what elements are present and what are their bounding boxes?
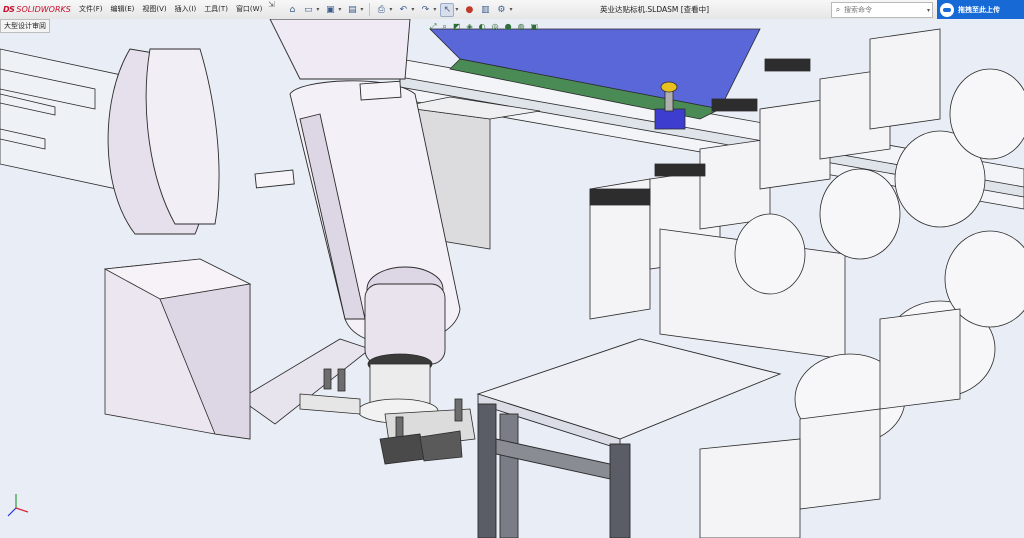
options-gear-icon[interactable]: ⚙: [494, 3, 508, 17]
view-orientation-icon[interactable]: ◈: [466, 22, 472, 32]
heads-up-view-toolbar: ⤢ ⌕ ◩ ◈ ◐ ◎ ● ◍ ▣: [430, 22, 538, 32]
open-file-icon[interactable]: ▣: [323, 3, 337, 17]
search-placeholder: 搜索命令: [844, 6, 872, 14]
chevron-down-icon[interactable]: ▾: [411, 6, 414, 13]
search-commands-input[interactable]: ⌕ 搜索命令 ▾: [831, 2, 933, 18]
menu-insert[interactable]: 插入(I): [171, 0, 201, 19]
search-icon: ⌕: [835, 5, 841, 14]
menu-window[interactable]: 窗口(W): [232, 0, 266, 19]
window-title: 英业达贴标机.SLDASM [查看中]: [600, 5, 710, 14]
menu-bar: 文件(F) 编辑(E) 视图(V) 插入(I) 工具(T) 窗口(W) ⇲: [75, 0, 276, 19]
hide-show-icon[interactable]: ◎: [492, 22, 499, 32]
section-view-icon[interactable]: ◩: [453, 22, 461, 32]
cloud-icon: [940, 2, 954, 17]
chevron-down-icon[interactable]: ▾: [509, 6, 512, 13]
menu-file[interactable]: 文件(F): [75, 0, 107, 19]
select-icon[interactable]: ↖: [440, 2, 455, 17]
solidworks-logo: DS SOLIDWORKS: [3, 5, 71, 14]
menu-view[interactable]: 视图(V): [138, 0, 170, 19]
scene-icon[interactable]: ◍: [518, 22, 525, 32]
chevron-down-icon[interactable]: ▾: [455, 6, 458, 13]
view-settings-icon[interactable]: ▣: [531, 22, 539, 32]
upload-button[interactable]: 拖拽至此上传: [937, 0, 1024, 19]
appearance-icon[interactable]: ●: [505, 22, 512, 32]
chevron-down-icon[interactable]: ▾: [338, 6, 341, 13]
display-style-icon[interactable]: ◐: [479, 22, 486, 32]
new-file-icon[interactable]: ▭: [301, 3, 315, 17]
print-icon[interactable]: ⎙: [374, 3, 388, 17]
chevron-down-icon[interactable]: ▾: [433, 6, 436, 13]
zoom-area-icon[interactable]: ⌕: [442, 22, 446, 32]
large-design-review-label[interactable]: 大型设计审阅: [0, 19, 50, 33]
home-icon[interactable]: ⌂: [285, 3, 299, 17]
upload-label: 拖拽至此上传: [958, 5, 1000, 14]
graphics-viewport[interactable]: [0, 19, 1024, 538]
save-icon[interactable]: ▤: [345, 3, 359, 17]
traffic-light-icon[interactable]: ●: [462, 3, 476, 17]
toolbar: ⌂ ▭ ▾ ▣ ▾ ▤ ▾ ⎙ ▾ ↶ ▾ ↷ ▾ ↖ ▾ ● ▥ ⚙ ▾: [284, 0, 515, 19]
pin-icon[interactable]: ⇲: [266, 0, 276, 19]
chevron-down-icon[interactable]: ▾: [360, 6, 363, 13]
undo-icon[interactable]: ↶: [396, 3, 410, 17]
chevron-down-icon[interactable]: ▾: [316, 6, 319, 13]
zoom-to-fit-icon[interactable]: ⤢: [430, 22, 436, 32]
chevron-down-icon[interactable]: ▾: [927, 7, 932, 14]
menu-tools[interactable]: 工具(T): [200, 0, 232, 19]
menu-edit[interactable]: 编辑(E): [107, 0, 139, 19]
axis-triad-icon: [7, 494, 29, 517]
redo-icon[interactable]: ↷: [418, 3, 432, 17]
title-bar: DS SOLIDWORKS 文件(F) 编辑(E) 视图(V) 插入(I) 工具…: [0, 0, 1024, 20]
file-properties-icon[interactable]: ▥: [478, 3, 492, 17]
chevron-down-icon[interactable]: ▾: [389, 6, 392, 13]
toolbar-divider: [369, 3, 371, 16]
